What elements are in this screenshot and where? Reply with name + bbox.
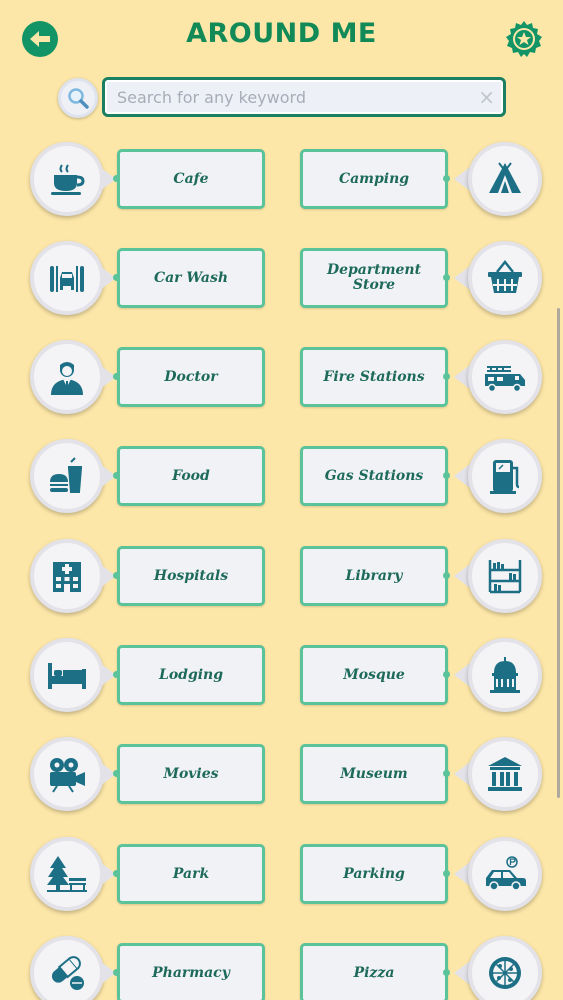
category-movies[interactable]: Movies bbox=[0, 737, 265, 811]
page-title: AROUND ME bbox=[186, 18, 377, 49]
category-label: Pizza bbox=[300, 943, 448, 1000]
category-label: Hospitals bbox=[117, 546, 265, 606]
category-museum[interactable]: Museum bbox=[300, 737, 550, 811]
category-label: Doctor bbox=[117, 347, 265, 407]
category-icon-circle bbox=[30, 837, 104, 911]
category-label: Cafe bbox=[117, 149, 265, 209]
category-icon-circle bbox=[30, 340, 104, 414]
scrollbar[interactable] bbox=[557, 308, 560, 798]
category-label: Gas Stations bbox=[300, 446, 448, 506]
category-mosque[interactable]: Mosque bbox=[300, 638, 550, 712]
category-label: Fire Stations bbox=[300, 347, 448, 407]
app-header: AROUND ME bbox=[0, 0, 563, 76]
category-label: Museum bbox=[300, 744, 448, 804]
tree-bench-icon bbox=[45, 854, 89, 894]
search-bar: × bbox=[58, 76, 508, 120]
hospital-building-icon bbox=[47, 556, 87, 596]
magnifier-icon bbox=[66, 86, 90, 110]
category-camping[interactable]: Camping bbox=[300, 142, 550, 216]
star-badge-icon bbox=[505, 20, 543, 58]
category-pizza[interactable]: Pizza bbox=[300, 936, 550, 1000]
category-parking[interactable]: Parking bbox=[300, 837, 550, 911]
category-icon-circle bbox=[468, 241, 542, 315]
category-fire-stations[interactable]: Fire Stations bbox=[300, 340, 550, 414]
search-button[interactable] bbox=[58, 78, 98, 118]
parked-car-icon bbox=[482, 854, 528, 894]
category-food[interactable]: Food bbox=[0, 439, 265, 513]
category-icon-circle bbox=[468, 142, 542, 216]
category-label: Camping bbox=[300, 149, 448, 209]
category-icon-circle bbox=[468, 340, 542, 414]
film-camera-icon bbox=[45, 754, 89, 794]
car-wash-icon bbox=[47, 258, 87, 298]
fire-truck-icon bbox=[483, 357, 527, 397]
category-icon-circle bbox=[30, 439, 104, 513]
coffee-cup-icon bbox=[47, 159, 87, 199]
pizza-icon bbox=[485, 953, 525, 993]
category-doctor[interactable]: Doctor bbox=[0, 340, 265, 414]
category-park[interactable]: Park bbox=[0, 837, 265, 911]
category-icon-circle bbox=[468, 737, 542, 811]
category-icon-circle bbox=[30, 142, 104, 216]
bookshelf-icon bbox=[485, 556, 525, 596]
bed-icon bbox=[45, 655, 89, 695]
category-department-store[interactable]: Department Store bbox=[300, 241, 550, 315]
category-icon-circle bbox=[30, 539, 104, 613]
category-label: Library bbox=[300, 546, 448, 606]
category-label: Car Wash bbox=[117, 248, 265, 308]
category-label: Food bbox=[117, 446, 265, 506]
category-icon-circle bbox=[30, 737, 104, 811]
category-cafe[interactable]: Cafe bbox=[0, 142, 265, 216]
category-label: Lodging bbox=[117, 645, 265, 705]
category-icon-circle bbox=[30, 638, 104, 712]
tent-icon bbox=[485, 159, 525, 199]
pill-capsule-icon bbox=[47, 953, 87, 993]
fuel-pump-icon bbox=[485, 456, 525, 496]
category-icon-circle bbox=[468, 638, 542, 712]
shopping-basket-icon bbox=[485, 258, 525, 298]
category-icon-circle bbox=[468, 539, 542, 613]
category-label: Parking bbox=[300, 844, 448, 904]
museum-icon bbox=[485, 754, 525, 794]
category-icon-circle bbox=[468, 837, 542, 911]
category-hospitals[interactable]: Hospitals bbox=[0, 539, 265, 613]
category-gas-stations[interactable]: Gas Stations bbox=[300, 439, 550, 513]
burger-drink-icon bbox=[47, 456, 87, 496]
search-input[interactable] bbox=[117, 80, 477, 114]
category-label: Park bbox=[117, 844, 265, 904]
mosque-icon bbox=[485, 655, 525, 695]
category-pharmacy[interactable]: Pharmacy bbox=[0, 936, 265, 1000]
doctor-icon bbox=[47, 357, 87, 397]
category-label: Movies bbox=[117, 744, 265, 804]
category-icon-circle bbox=[30, 241, 104, 315]
category-car-wash[interactable]: Car Wash bbox=[0, 241, 265, 315]
category-label: Department Store bbox=[300, 248, 448, 308]
category-label: Mosque bbox=[300, 645, 448, 705]
category-library[interactable]: Library bbox=[300, 539, 550, 613]
search-field: × bbox=[102, 77, 506, 117]
category-icon-circle bbox=[468, 936, 542, 1000]
clear-search-icon[interactable]: × bbox=[478, 85, 495, 109]
category-icon-circle bbox=[30, 936, 104, 1000]
category-label: Pharmacy bbox=[117, 943, 265, 1000]
category-icon-circle bbox=[468, 439, 542, 513]
category-lodging[interactable]: Lodging bbox=[0, 638, 265, 712]
favorites-button[interactable] bbox=[505, 20, 543, 58]
